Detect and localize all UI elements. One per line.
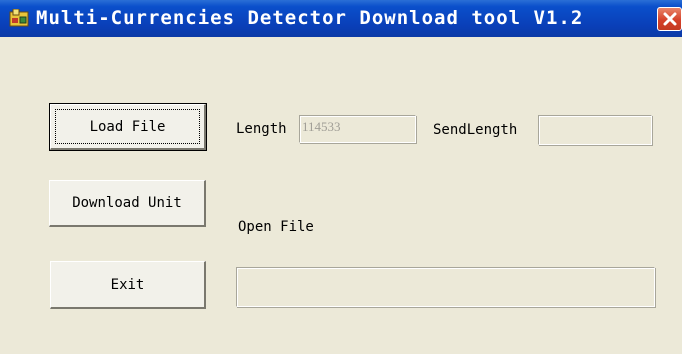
focus-rect: [55, 109, 200, 144]
length-label: Length: [236, 121, 287, 137]
file-progress-bar: [236, 267, 655, 307]
title-bar[interactable]: Multi-Currencies Detector Download tool …: [0, 0, 682, 37]
exit-button[interactable]: Exit: [50, 261, 206, 309]
close-button[interactable]: [657, 7, 682, 31]
close-icon: [663, 12, 677, 26]
send-length-label: SendLength: [433, 122, 518, 138]
load-file-button[interactable]: Load File: [49, 103, 207, 151]
length-field[interactable]: 114533: [299, 115, 416, 143]
download-unit-label: Download Unit: [72, 195, 182, 211]
app-icon: [9, 8, 29, 27]
open-file-label: Open File: [238, 219, 314, 235]
window-title: Multi-Currencies Detector Download tool …: [36, 7, 584, 29]
send-length-field[interactable]: [538, 115, 652, 145]
download-unit-button[interactable]: Download Unit: [49, 180, 206, 227]
exit-label: Exit: [110, 276, 145, 293]
